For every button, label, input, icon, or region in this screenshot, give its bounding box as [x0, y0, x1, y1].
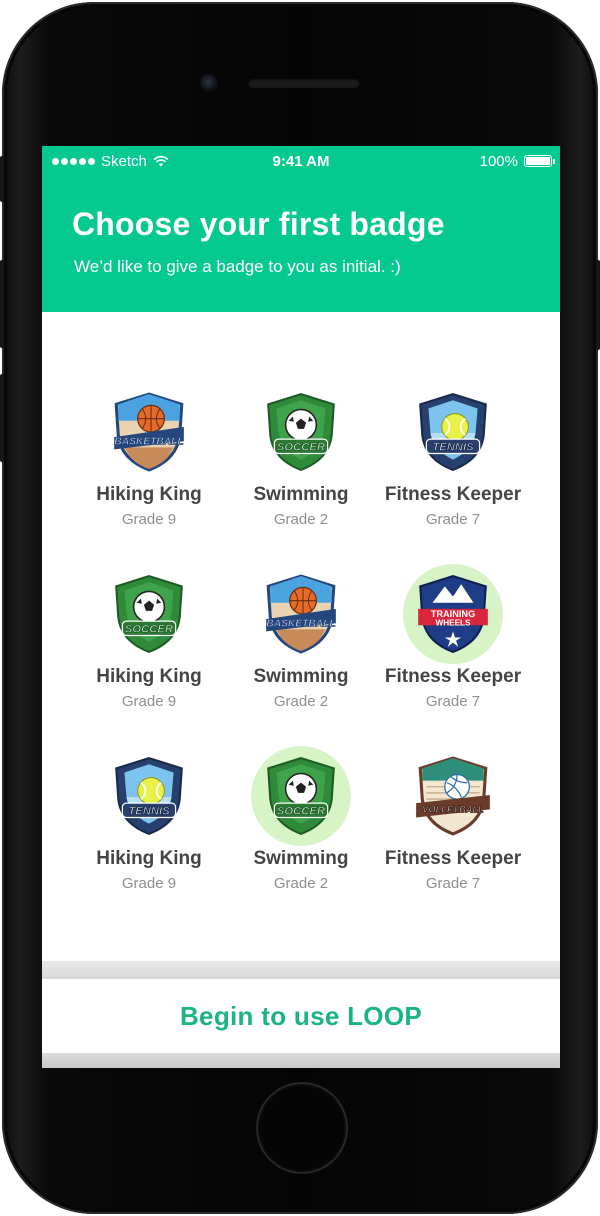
badge-grade: Grade 2: [273, 693, 329, 710]
badge-option[interactable]: TENNIS Hiking King Grade 9: [73, 746, 225, 906]
badge-grade: Grade 7: [425, 511, 481, 528]
badge-grade: Grade 9: [121, 511, 177, 528]
svg-text:TENNIS: TENNIS: [128, 805, 170, 817]
battery-icon: [524, 155, 555, 167]
status-time: 9:41 AM: [272, 152, 330, 170]
badge-name: Swimming: [253, 666, 349, 687]
svg-text:BASKETBALL: BASKETBALL: [266, 618, 335, 629]
badge-grade: Grade 7: [425, 693, 481, 710]
power-button: [596, 260, 600, 350]
badge-name: Swimming: [253, 484, 349, 505]
earpiece-speaker: [248, 78, 360, 88]
divider: [42, 1053, 560, 1068]
header: Sketch 9:41 AM 100% Choose your first ba…: [42, 146, 560, 312]
page-title: Choose your first badge: [72, 206, 445, 242]
badge-option[interactable]: TENNIS Fitness Keeper Grade 7: [377, 382, 529, 542]
badge-grade: Grade 2: [273, 511, 329, 528]
badge-option[interactable]: SOCCER Hiking King Grade 9: [73, 564, 225, 724]
front-camera: [200, 74, 218, 92]
badge-grid: BASKETBALL Hiking King Grade 9 SOCCER Swi…: [42, 382, 560, 906]
badge-name: Swimming: [253, 848, 349, 869]
badge-name: Fitness Keeper: [384, 484, 522, 505]
divider: [42, 961, 560, 979]
basketball-badge-icon: BASKETBALL: [251, 564, 351, 664]
soccer-badge-icon: SOCCER: [99, 564, 199, 664]
badge-option[interactable]: SOCCER Swimming Grade 2: [225, 382, 377, 542]
tennis-badge-icon: TENNIS: [403, 382, 503, 482]
badge-grade: Grade 9: [121, 875, 177, 892]
home-button[interactable]: [256, 1082, 348, 1174]
badge-grade: Grade 7: [425, 875, 481, 892]
svg-text:WHEELS: WHEELS: [435, 618, 471, 627]
svg-text:TENNIS: TENNIS: [432, 441, 474, 453]
app-screen: Sketch 9:41 AM 100% Choose your first ba…: [42, 146, 560, 1068]
soccer-badge-icon: SOCCER: [251, 746, 351, 846]
badge-option[interactable]: TRAINING WHEELS Fitness Keeper Grade 7: [377, 564, 529, 724]
training-wheels-badge-icon: TRAINING WHEELS: [403, 564, 503, 664]
badge-name: Fitness Keeper: [384, 666, 522, 687]
volume-up-button: [0, 260, 4, 348]
basketball-badge-icon: BASKETBALL: [99, 382, 199, 482]
tennis-badge-icon: TENNIS: [99, 746, 199, 846]
status-bar: Sketch 9:41 AM 100%: [42, 146, 560, 176]
badge-name: Hiking King: [96, 666, 202, 687]
badge-name: Hiking King: [96, 848, 202, 869]
page-subtitle: We’d like to give a badge to you as init…: [74, 257, 401, 276]
svg-text:SOCCER: SOCCER: [277, 805, 326, 817]
svg-text:VOLLEYBALL: VOLLEYBALL: [422, 804, 484, 814]
badge-name: Fitness Keeper: [384, 848, 522, 869]
begin-button[interactable]: Begin to use LOOP: [42, 979, 560, 1053]
badge-grade: Grade 9: [121, 693, 177, 710]
badge-option[interactable]: SOCCER Swimming Grade 2: [225, 746, 377, 906]
volleyball-badge-icon: VOLLEYBALL: [403, 746, 503, 846]
svg-text:SOCCER: SOCCER: [277, 441, 326, 453]
badge-grade: Grade 2: [273, 875, 329, 892]
badge-option[interactable]: BASKETBALL Swimming Grade 2: [225, 564, 377, 724]
badge-option[interactable]: VOLLEYBALL Fitness Keeper Grade 7: [377, 746, 529, 906]
svg-text:SOCCER: SOCCER: [125, 623, 174, 635]
mute-switch: [0, 156, 4, 202]
badge-name: Hiking King: [96, 484, 202, 505]
badge-option[interactable]: BASKETBALL Hiking King Grade 9: [73, 382, 225, 542]
soccer-badge-icon: SOCCER: [251, 382, 351, 482]
svg-text:BASKETBALL: BASKETBALL: [114, 436, 183, 447]
volume-down-button: [0, 374, 4, 462]
